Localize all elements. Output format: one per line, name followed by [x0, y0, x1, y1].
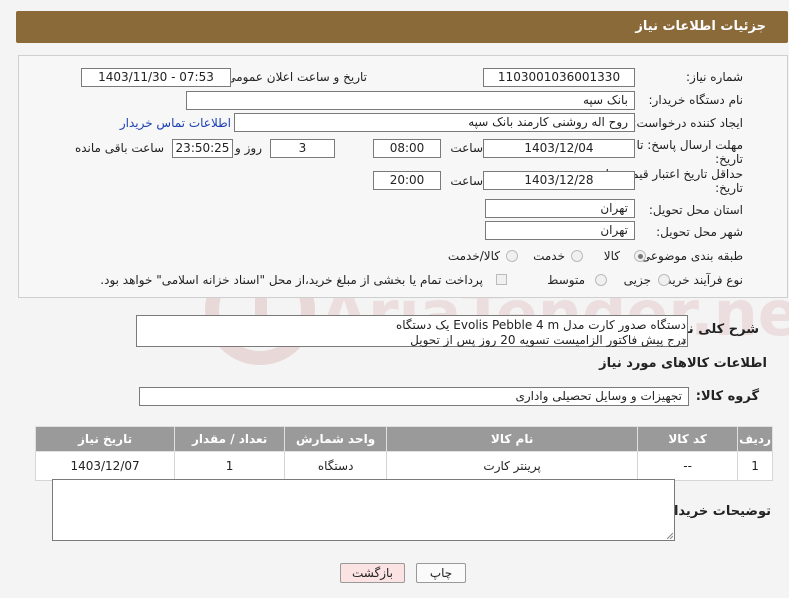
requester-field: روح اله روشنی کارمند بانک سپه	[234, 113, 635, 132]
col-quantity: تعداد / مقدار	[174, 426, 286, 452]
cell-name: پرینتر کارت	[386, 451, 639, 481]
cell-code: --	[637, 451, 739, 481]
requester-label: ایجاد کننده درخواست:	[632, 116, 743, 130]
buyer-org-label: نام دستگاه خریدار:	[648, 93, 744, 107]
category-radio-goods-service[interactable]	[506, 250, 518, 262]
cell-need-date: 1403/12/07	[34, 451, 176, 481]
table-row: 1 -- پرینتر کارت دستگاه 1 1403/12/07	[34, 451, 773, 481]
goods-table: ردیف کد کالا نام کالا واحد شمارش تعداد /…	[34, 426, 773, 481]
days-label: روز و	[235, 141, 262, 155]
process-radio-minor[interactable]	[658, 274, 670, 286]
page-title: جزئیات اطلاعات نیاز	[635, 19, 766, 34]
process-radio-medium[interactable]	[595, 274, 607, 286]
treasury-payment-checkbox[interactable]	[496, 274, 507, 285]
cell-row: 1	[737, 451, 773, 481]
page-header: جزئیات اطلاعات نیاز	[16, 11, 788, 43]
validity-time-field: 20:00	[373, 171, 441, 190]
goods-group-label: گروه کالا:	[695, 389, 759, 404]
back-button[interactable]: بازگشت	[340, 563, 405, 583]
announce-label: تاریخ و ساعت اعلان عمومی:	[222, 70, 367, 84]
category-radio-goods[interactable]	[634, 250, 646, 262]
category-label: طبقه بندی موضوعی:	[636, 249, 743, 263]
need-number-field: 1103001036001330	[483, 68, 635, 87]
goods-table-header: ردیف کد کالا نام کالا واحد شمارش تعداد /…	[34, 426, 773, 452]
description-line-1: دستگاه صدور کارت مدل Evolis Pebble 4 m ی…	[395, 318, 686, 332]
category-radio-service[interactable]	[571, 250, 583, 262]
category-option-service: خدمت	[533, 249, 565, 263]
resize-grip-icon[interactable]	[665, 531, 673, 539]
col-name: نام کالا	[386, 426, 639, 452]
process-label: نوع فرآیند خرید :	[658, 273, 743, 287]
need-number-label: شماره نیاز:	[686, 70, 743, 84]
reply-date-field: 1403/12/04	[483, 139, 635, 158]
province-field: تهران	[485, 199, 635, 218]
goods-group-field: تجهیزات و وسایل تحصیلی واداری	[139, 387, 689, 406]
reply-time-label: ساعت	[450, 141, 483, 155]
treasury-payment-note: پرداخت تمام یا بخشی از مبلغ خرید،از محل …	[100, 273, 483, 287]
city-label: شهر محل تحویل:	[656, 225, 743, 239]
validity-time-label: ساعت	[450, 174, 483, 188]
cell-unit: دستگاه	[284, 451, 388, 481]
price-validity-date-label: تاریخ:	[715, 181, 743, 195]
process-option-medium: متوسط	[547, 273, 585, 287]
reply-deadline-label: مهلت ارسال پاسخ: تا	[636, 138, 743, 152]
print-button[interactable]: چاپ	[416, 563, 466, 583]
time-remaining-field: 23:50:25	[172, 139, 233, 158]
cell-quantity: 1	[174, 451, 286, 481]
time-remaining-label: ساعت باقی مانده	[74, 141, 164, 155]
buyer-org-field: بانک سپه	[186, 91, 635, 110]
col-need-date: تاریخ نیاز	[34, 426, 176, 452]
col-code: کد کالا	[637, 426, 739, 452]
buyer-notes-label: توضیحات خریدار:	[661, 504, 771, 519]
announce-datetime-field: 1403/11/30 - 07:53	[81, 68, 231, 87]
city-field: تهران	[485, 221, 635, 240]
category-option-goods: کالا	[603, 249, 620, 263]
validity-date-field: 1403/12/28	[483, 171, 635, 190]
province-label: استان محل تحویل:	[648, 203, 743, 217]
buyer-notes-textarea[interactable]	[52, 479, 675, 541]
reply-deadline-date-label: تاریخ:	[715, 152, 743, 166]
col-unit: واحد شمارش	[284, 426, 388, 452]
description-line-2: درج پیش فاکتور الزامیست تسویه 20 روز پس …	[410, 333, 686, 347]
days-remaining-field: 3	[270, 139, 335, 158]
buyer-contact-link[interactable]: اطلاعات تماس خریدار	[120, 116, 231, 130]
category-option-goods-service: کالا/خدمت	[447, 249, 500, 263]
reply-time-field: 08:00	[373, 139, 441, 158]
goods-section-title: اطلاعات کالاهای مورد نیاز	[599, 356, 767, 371]
process-option-minor: جزیی	[623, 273, 651, 287]
col-row: ردیف	[737, 426, 773, 452]
